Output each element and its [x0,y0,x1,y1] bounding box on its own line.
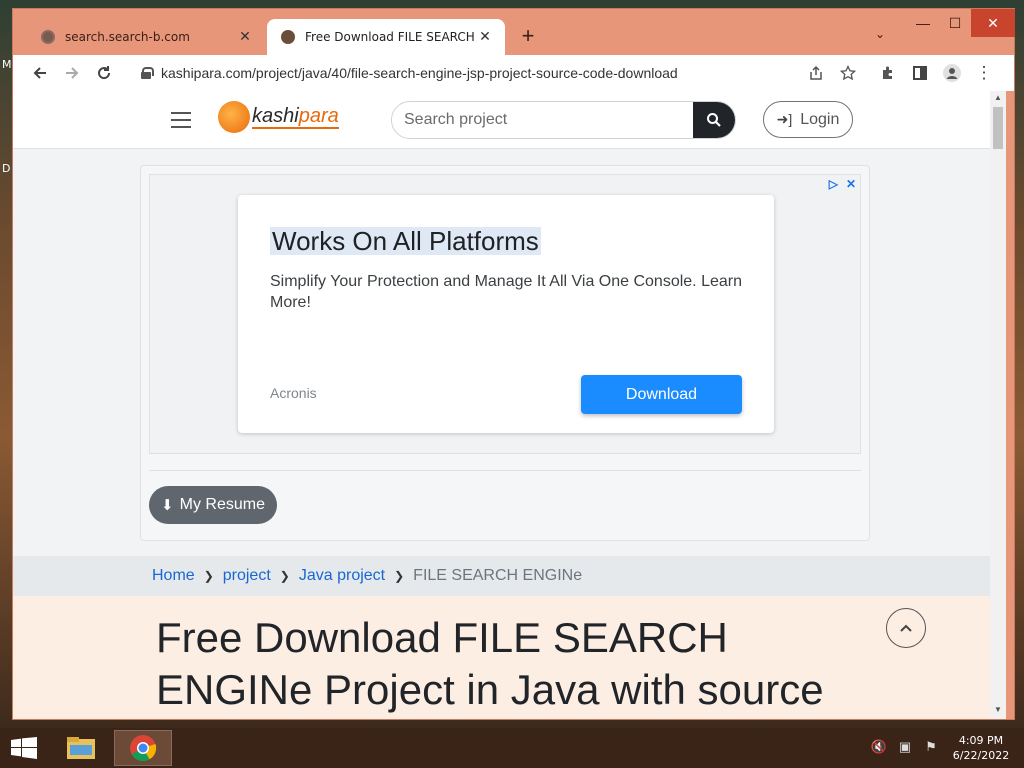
chevron-right-icon: ❯ [279,569,290,583]
search-button[interactable] [693,102,735,138]
search-input[interactable] [392,102,695,138]
ad-container: ▷ ✕ Works On All Platforms Simplify Your… [140,165,870,541]
reload-icon[interactable] [91,61,117,85]
tab-title: Free Download FILE SEARCH ENGINe [305,30,477,44]
ad-frame: ▷ ✕ Works On All Platforms Simplify Your… [149,174,861,454]
login-button[interactable]: ➜] Login [763,101,853,138]
lock-icon[interactable] [141,67,154,79]
desktop-icon-label[interactable]: M [2,58,12,71]
breadcrumb-home[interactable]: Home [152,567,195,585]
globe-icon [41,30,55,44]
close-icon[interactable]: ✕ [477,29,493,45]
tab-search-b[interactable]: search.search-b.com ✕ [27,19,265,55]
scroll-up-arrow-icon[interactable]: ▲ [990,93,1006,102]
hero-section: Free Download FILE SEARCH ENGINe Project… [13,596,990,719]
breadcrumb-current: FILE SEARCH ENGINe [413,567,583,584]
share-icon[interactable] [803,61,829,85]
tab-search-chevron-icon[interactable]: ⌄ [875,27,885,41]
download-icon: ⬇ [161,497,174,514]
kebab-menu-icon[interactable]: ⋮ [971,61,997,85]
chevron-right-icon: ❯ [394,569,405,583]
tab-strip: search.search-b.com ✕ Free Download FILE… [13,9,1015,55]
chrome-taskbar-button[interactable] [114,730,172,766]
forward-arrow-icon[interactable] [59,61,85,85]
bookmark-star-icon[interactable] [835,61,861,85]
browser-window: search.search-b.com ✕ Free Download FILE… [12,8,1015,720]
side-panel-icon[interactable] [907,61,933,85]
taskbar: 🔇 ▣ ⚑ 4:09 PM 6/22/2022 [0,728,1024,768]
windows-logo-icon [11,737,37,759]
breadcrumb: Home ❯ project ❯ Java project ❯ FILE SEA… [13,556,990,596]
page-scrollbar[interactable]: ▲ ▼ [990,91,1006,719]
ad-download-button[interactable]: Download [581,375,742,414]
my-resume-button[interactable]: ⬇ My Resume [149,486,277,524]
scroll-down-arrow-icon[interactable]: ▼ [990,705,1006,714]
close-icon[interactable]: ✕ [237,29,253,45]
page-viewport: kashipara ➜] Login ▷ ✕ Works On All [13,91,990,719]
scrollbar-thumb[interactable] [993,107,1003,149]
logo-wordmark: kashipara [252,105,339,129]
site-favicon-icon [281,30,295,44]
folder-icon [67,737,95,759]
tab-kashipara[interactable]: Free Download FILE SEARCH ENGINe ✕ [267,19,505,55]
profile-avatar-icon[interactable] [939,61,965,85]
extensions-puzzle-icon[interactable] [875,61,901,85]
action-center-flag-icon[interactable]: ⚑ [922,738,940,756]
ad-brand[interactable]: Acronis [270,385,317,401]
close-window-button[interactable]: ✕ [971,9,1015,37]
site-logo[interactable]: kashipara [218,101,339,133]
volume-muted-icon[interactable]: 🔇 [870,738,888,756]
ad-choices-icon[interactable]: ▷ [829,177,838,191]
start-button[interactable] [0,728,48,768]
network-icon[interactable]: ▣ [896,738,914,756]
system-tray: 🔇 ▣ ⚑ [870,738,940,756]
breadcrumb-java-project[interactable]: Java project [299,567,385,585]
hamburger-menu-icon[interactable] [171,112,191,128]
chevron-right-icon: ❯ [203,569,214,583]
sign-in-icon: ➜] [776,111,793,127]
system-clock[interactable]: 4:09 PM 6/22/2022 [946,733,1016,763]
minimize-button[interactable]: — [907,9,939,37]
back-arrow-icon[interactable] [27,61,53,85]
ad-description: Simplify Your Protection and Manage It A… [270,273,742,311]
new-tab-button[interactable]: + [516,24,540,48]
desktop-icon-label[interactable]: D [2,162,10,175]
address-url: kashipara.com/project/java/40/file-searc… [161,65,678,81]
browser-toolbar: kashipara.com/project/java/40/file-searc… [13,55,1014,91]
ad-creative[interactable]: Works On All Platforms Simplify Your Pro… [238,195,774,433]
chevron-up-icon [900,624,912,632]
search-icon [707,113,721,127]
tiger-logo-icon [218,101,250,133]
ad-choices: ▷ ✕ [829,177,856,191]
close-icon[interactable]: ✕ [846,177,856,191]
page-title: Free Download FILE SEARCH ENGINe Project… [156,614,824,719]
search-bar [391,101,736,139]
file-explorer-taskbar-button[interactable] [52,730,110,766]
divider [149,470,861,471]
site-header: kashipara ➜] Login [13,91,990,149]
tab-title: search.search-b.com [65,30,190,44]
maximize-button[interactable]: ☐ [939,9,971,37]
clock-date: 6/22/2022 [952,749,1010,762]
scroll-to-top-button[interactable] [886,608,926,648]
address-bar[interactable]: kashipara.com/project/java/40/file-searc… [129,59,869,87]
clock-time: 4:09 PM [958,734,1004,747]
chrome-icon [130,735,157,762]
ad-headline[interactable]: Works On All Platforms [270,227,541,255]
breadcrumb-project[interactable]: project [223,567,271,585]
